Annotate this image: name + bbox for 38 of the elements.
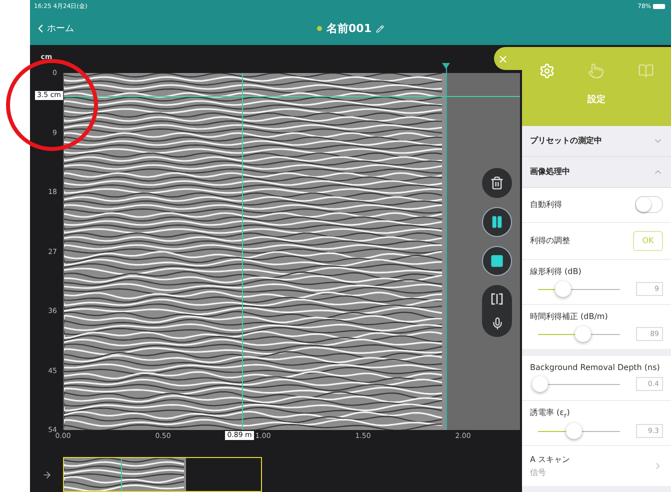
arrow-right-icon xyxy=(42,470,52,480)
overview-strip[interactable] xyxy=(63,457,262,492)
panel-title: 設定 xyxy=(588,93,606,106)
setting-label: 利得の調整 xyxy=(530,235,570,246)
slider-thumb[interactable] xyxy=(532,376,548,392)
back-button[interactable]: ホーム xyxy=(30,22,78,35)
toggle-switch[interactable] xyxy=(635,196,663,214)
stop-button[interactable] xyxy=(482,246,512,276)
microphone-icon xyxy=(490,316,504,330)
status-dot xyxy=(316,26,322,31)
slider-label: 線形利得 (dB) xyxy=(530,266,582,278)
slider-label: 誘電率 (ε$_{r}$) xyxy=(530,406,571,420)
settings-icon xyxy=(538,63,555,79)
ok-button[interactable]: OK xyxy=(633,230,663,251)
panel-tab[interactable] xyxy=(638,63,654,79)
scan-title: 名前001 xyxy=(326,21,372,36)
trash-icon xyxy=(490,176,504,190)
pointer-hand-icon xyxy=(588,63,604,79)
delete-button[interactable] xyxy=(482,168,512,198)
distance-cursor-line[interactable] xyxy=(242,73,243,430)
pause-icon xyxy=(490,215,504,229)
panel-tab[interactable] xyxy=(538,63,555,79)
book-icon xyxy=(638,63,654,79)
slider-label: Background Removal Depth (ns) xyxy=(530,363,661,372)
end-marker-icon[interactable] xyxy=(442,63,450,69)
slider-thumb[interactable] xyxy=(554,280,571,297)
stop-icon xyxy=(490,254,504,268)
panel-tab[interactable] xyxy=(588,63,604,79)
slider-label: 時間利得補正 (dB/m) xyxy=(530,311,609,322)
pause-button[interactable] xyxy=(482,207,512,237)
brackets-icon xyxy=(491,293,503,305)
depth-cursor-line[interactable] xyxy=(64,96,520,98)
pencil-icon xyxy=(376,24,384,32)
slider-thumb[interactable] xyxy=(566,422,582,439)
battery-icon xyxy=(653,4,665,8)
close-panel-button[interactable]: × xyxy=(494,47,524,70)
slider-thumb[interactable] xyxy=(575,326,592,342)
toggle-label: 自動利得 xyxy=(530,199,562,210)
